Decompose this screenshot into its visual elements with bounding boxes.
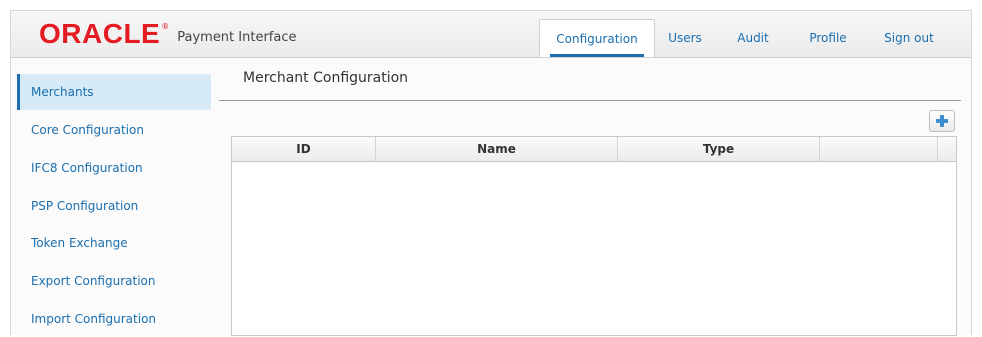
product-name: Payment Interface: [177, 30, 297, 45]
add-merchant-button[interactable]: [929, 110, 955, 132]
nav-tab-users[interactable]: Users: [655, 19, 715, 57]
plus-icon: [936, 115, 948, 127]
column-header-type[interactable]: Type: [618, 137, 820, 161]
nav-tab-configuration[interactable]: Configuration: [539, 19, 655, 57]
sidebar-item-merchants[interactable]: Merchants: [17, 74, 211, 110]
column-header-id[interactable]: ID: [232, 137, 376, 161]
sidebar: Merchants Core Configuration IFC8 Config…: [11, 58, 219, 336]
page-title: Merchant Configuration: [243, 70, 409, 86]
column-header-actions: [820, 137, 938, 161]
sidebar-item-core-configuration[interactable]: Core Configuration: [17, 112, 211, 148]
column-header-name[interactable]: Name: [376, 137, 618, 161]
sidebar-item-psp-configuration[interactable]: PSP Configuration: [17, 188, 211, 224]
sidebar-item-token-exchange[interactable]: Token Exchange: [17, 225, 211, 261]
oracle-logo: ORACLE ® Payment Interface: [39, 19, 296, 49]
merchants-table: ID Name Type: [231, 136, 957, 336]
brand-wordmark: ORACLE: [39, 18, 161, 49]
table-body: [232, 162, 956, 335]
nav-tab-audit[interactable]: Audit: [721, 19, 785, 57]
app-frame: ORACLE ® Payment Interface Configuration…: [10, 10, 972, 336]
sidebar-item-ifc8-configuration[interactable]: IFC8 Configuration: [17, 150, 211, 186]
nav-tab-sign-out[interactable]: Sign out: [869, 19, 949, 57]
sidebar-item-export-configuration[interactable]: Export Configuration: [17, 263, 211, 299]
nav-tab-profile[interactable]: Profile: [795, 19, 861, 57]
table-header: ID Name Type: [232, 137, 956, 162]
title-divider: [219, 100, 961, 101]
registered-mark: ®: [161, 22, 170, 31]
main-content: Merchant Configuration ID Name Type: [219, 58, 971, 336]
sidebar-item-import-configuration[interactable]: Import Configuration: [17, 301, 211, 337]
top-header: ORACLE ® Payment Interface Configuration…: [11, 11, 971, 58]
column-header-scroll-spacer: [938, 137, 956, 161]
